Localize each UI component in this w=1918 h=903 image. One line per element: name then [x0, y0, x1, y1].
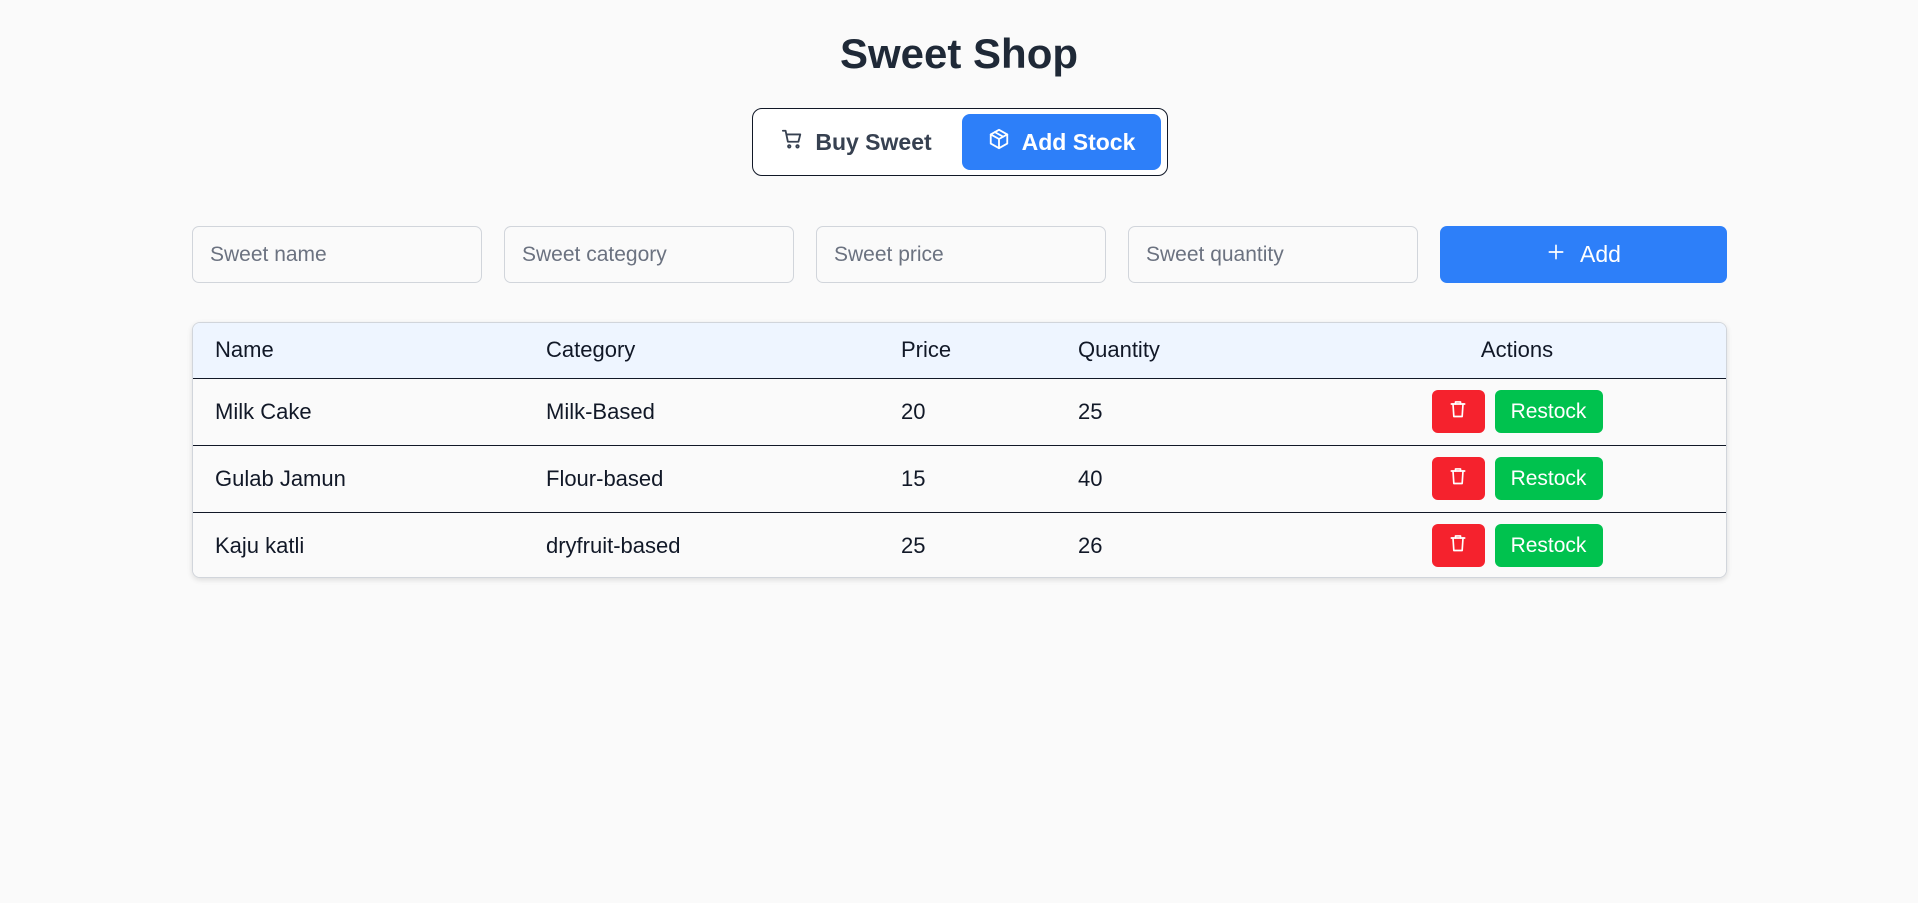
buy-sweet-button[interactable]: Buy Sweet: [759, 114, 954, 170]
cell-quantity: 40: [1078, 465, 1103, 491]
trash-icon: [1448, 399, 1468, 425]
sweet-price-input[interactable]: [816, 226, 1106, 283]
header-actions: Actions: [1346, 323, 1726, 378]
add-sweet-form: Add: [192, 226, 1727, 283]
cell-name: Gulab Jamun: [215, 465, 346, 491]
trash-icon: [1448, 533, 1468, 559]
package-icon: [988, 128, 1010, 156]
cell-category: Milk-Based: [546, 398, 655, 424]
sweets-table: Name Category Price Quantity Actions Mil…: [192, 322, 1727, 578]
restock-button[interactable]: Restock: [1494, 390, 1603, 433]
sweet-category-input[interactable]: [504, 226, 794, 283]
sweet-name-input[interactable]: [192, 226, 482, 283]
cell-price: 20: [901, 398, 926, 424]
table-row: Gulab Jamun Flour-based 15 40 Restock: [193, 445, 1726, 512]
cell-actions: Restock: [1346, 445, 1726, 512]
mode-toggle: Buy Sweet Add Stock: [752, 108, 1168, 176]
delete-button[interactable]: [1431, 390, 1485, 433]
delete-button[interactable]: [1431, 524, 1485, 568]
header-price: Price: [901, 337, 952, 363]
cell-actions: Restock: [1346, 512, 1726, 577]
add-button-label: Add: [1580, 241, 1621, 267]
table-row: Kaju katli dryfruit-based 25 26 Restock: [193, 512, 1726, 577]
sweet-quantity-input[interactable]: [1128, 226, 1418, 283]
add-stock-label: Add Stock: [1021, 128, 1136, 155]
restock-button[interactable]: Restock: [1494, 524, 1603, 568]
cell-quantity: 26: [1078, 532, 1103, 558]
delete-button[interactable]: [1431, 457, 1485, 500]
cell-price: 15: [901, 465, 926, 491]
header-name: Name: [215, 337, 274, 363]
buy-sweet-label: Buy Sweet: [815, 128, 932, 155]
page-title: Sweet Shop: [839, 30, 1079, 77]
add-stock-button[interactable]: Add Stock: [962, 114, 1161, 170]
cell-name: Kaju katli: [215, 532, 305, 558]
header-actions-label: Actions: [1480, 337, 1554, 363]
restock-button[interactable]: Restock: [1494, 457, 1603, 500]
cell-category: dryfruit-based: [546, 532, 681, 558]
cell-price: 25: [901, 532, 926, 558]
cell-category: Flour-based: [546, 465, 664, 491]
trash-icon: [1448, 466, 1468, 492]
plus-icon: [1546, 241, 1566, 268]
table-header-row: Name Category Price Quantity Actions: [193, 323, 1726, 378]
header-category: Category: [546, 337, 636, 363]
table-row: Milk Cake Milk-Based 20 25 Restock: [193, 378, 1726, 445]
add-button[interactable]: Add: [1440, 226, 1727, 283]
cell-quantity: 25: [1078, 398, 1103, 424]
cart-icon: [781, 128, 803, 156]
header-quantity: Quantity: [1078, 337, 1160, 363]
cell-actions: Restock: [1346, 378, 1726, 445]
cell-name: Milk Cake: [215, 398, 312, 424]
